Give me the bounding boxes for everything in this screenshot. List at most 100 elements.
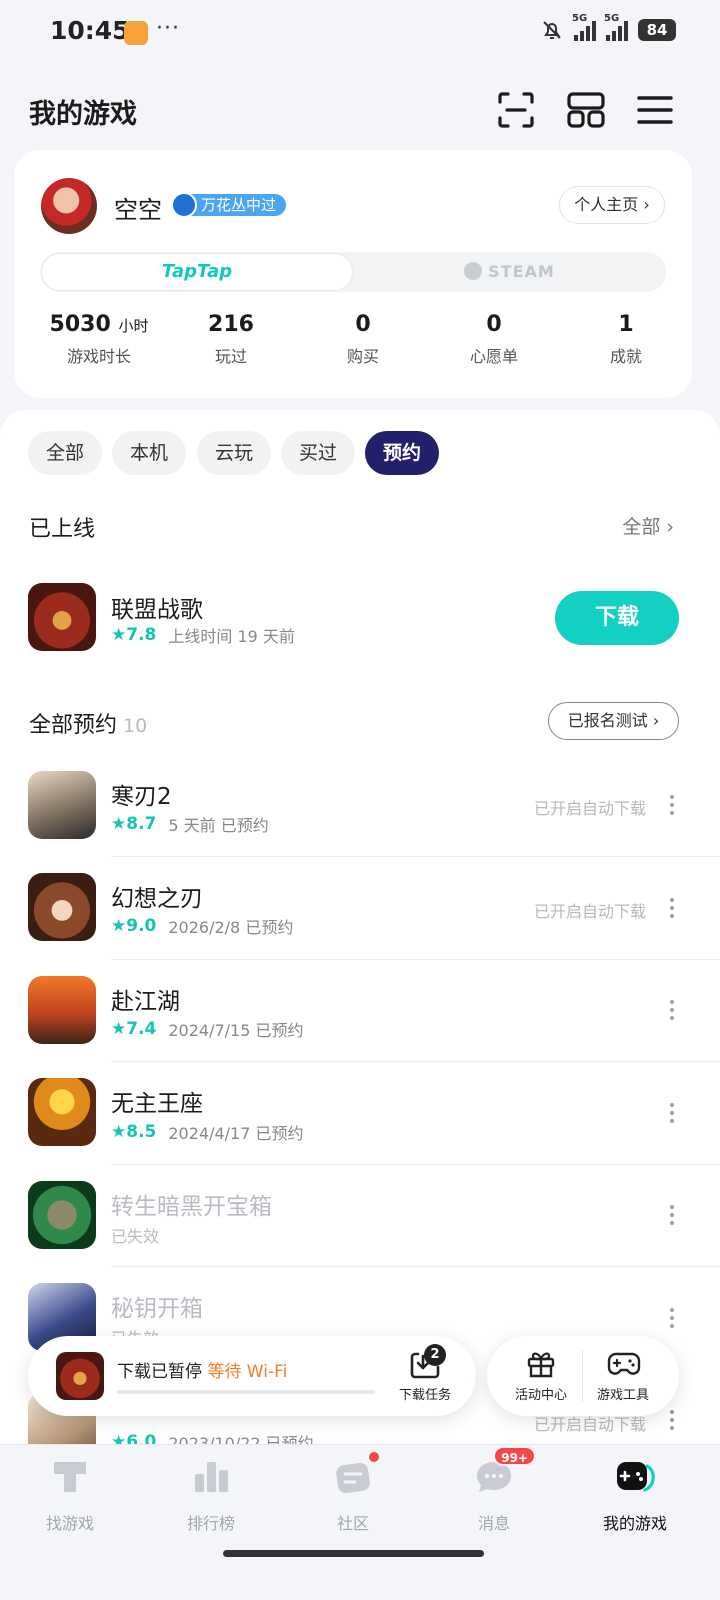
stat-achievements-label: 成就 bbox=[609, 347, 642, 366]
gift-icon[interactable] bbox=[525, 1349, 557, 1379]
battery-icon: 84 bbox=[638, 19, 676, 41]
grid-icon[interactable] bbox=[566, 90, 606, 130]
game-icon[interactable] bbox=[28, 1078, 96, 1146]
reservation-info: 2024/4/17 已预约 bbox=[168, 1124, 304, 1143]
rating-value: 7.4 bbox=[126, 1019, 157, 1039]
game-name[interactable]: 赴江湖 bbox=[111, 982, 180, 1016]
profile-home-label: 个人主页 bbox=[574, 195, 639, 214]
game-meta: ★7.4 2024/7/15 已预约 bbox=[111, 1017, 304, 1041]
nav-my-games[interactable]: 我的游戏 bbox=[575, 1456, 695, 1534]
game-name[interactable]: 秘钥开箱 bbox=[111, 1289, 203, 1323]
more-options-icon[interactable] bbox=[668, 1103, 676, 1127]
see-all-label: 全部 bbox=[622, 516, 661, 538]
signed-up-test-button[interactable]: 已报名测试 › bbox=[548, 702, 679, 740]
game-icon[interactable] bbox=[28, 976, 96, 1044]
nav-rankings[interactable]: 排行榜 bbox=[151, 1456, 271, 1534]
app-notification-icon bbox=[124, 21, 148, 45]
game-name[interactable]: 联盟战歌 bbox=[111, 590, 203, 624]
more-options-icon[interactable] bbox=[668, 1410, 676, 1434]
more-options-icon[interactable] bbox=[668, 1000, 676, 1024]
network-type-1: 5G bbox=[572, 13, 588, 24]
stat-play-time[interactable]: 5030 小时 游戏时长 bbox=[33, 312, 165, 367]
see-all-link[interactable]: 全部 › bbox=[622, 512, 674, 539]
ranking-icon bbox=[189, 1456, 233, 1496]
divider bbox=[111, 1061, 720, 1062]
activity-center-label[interactable]: 活动中心 bbox=[501, 1384, 581, 1403]
tab-steam-label: STEAM bbox=[488, 262, 555, 281]
profile-home-button[interactable]: 个人主页 › bbox=[559, 186, 665, 224]
filter-chip-reserved[interactable]: 预约 bbox=[365, 431, 439, 475]
nav-community-label: 社区 bbox=[336, 1514, 369, 1533]
stat-played[interactable]: 216 玩过 bbox=[165, 312, 297, 367]
stat-play-time-unit: 小时 bbox=[118, 317, 149, 335]
filter-chip-bought[interactable]: 买过 bbox=[281, 431, 355, 475]
filter-chip-all[interactable]: 全部 bbox=[28, 431, 102, 475]
download-status-text: 下载已暂停 等待 Wi-Fi bbox=[117, 1357, 287, 1382]
filter-chip-cloud[interactable]: 云玩 bbox=[197, 431, 271, 475]
stat-achievements[interactable]: 1 成就 bbox=[560, 312, 692, 367]
more-options-icon[interactable] bbox=[668, 898, 676, 922]
game-name[interactable]: 无主王座 bbox=[111, 1084, 203, 1118]
scan-icon[interactable] bbox=[496, 90, 536, 130]
game-name[interactable]: 转生暗黑开宝箱 bbox=[111, 1187, 272, 1221]
home-indicator[interactable] bbox=[223, 1550, 484, 1557]
nav-messages-label: 消息 bbox=[477, 1514, 510, 1533]
downloading-game-icon bbox=[56, 1352, 104, 1400]
signal-icon: 5G bbox=[572, 13, 596, 41]
nav-find-games-label: 找游戏 bbox=[45, 1514, 94, 1533]
waiting-wifi: 等待 Wi-Fi bbox=[207, 1362, 288, 1382]
stat-played-label: 玩过 bbox=[214, 347, 247, 366]
stat-bought-label: 购买 bbox=[346, 347, 379, 366]
rating-value: 7.8 bbox=[126, 625, 157, 645]
nav-messages[interactable]: 99+ 消息 bbox=[434, 1446, 554, 1534]
gamepad-badge-icon bbox=[171, 192, 197, 218]
stat-wishlist[interactable]: 0 心愿单 bbox=[428, 312, 560, 367]
rating-value: 8.7 bbox=[126, 814, 157, 834]
filter-chip-local[interactable]: 本机 bbox=[112, 431, 186, 475]
community-icon bbox=[331, 1450, 381, 1496]
taptap-icon bbox=[48, 1456, 92, 1496]
auto-download-status: 已开启自动下载 bbox=[533, 799, 646, 818]
divider bbox=[111, 1266, 720, 1267]
stat-played-value: 216 bbox=[208, 312, 254, 337]
more-options-icon[interactable] bbox=[668, 1308, 676, 1332]
more-options-icon[interactable] bbox=[668, 1205, 676, 1229]
game-icon[interactable] bbox=[28, 1181, 96, 1249]
download-task-label[interactable]: 下载任务 bbox=[393, 1384, 457, 1403]
game-name[interactable]: 寒刃2 bbox=[111, 777, 172, 811]
divider bbox=[111, 1164, 720, 1165]
download-paused: 下载已暂停 bbox=[117, 1362, 202, 1382]
game-tools-label[interactable]: 游戏工具 bbox=[583, 1384, 663, 1403]
reservation-info: 2024/7/15 已预约 bbox=[168, 1021, 304, 1040]
tab-taptap[interactable]: TapTap bbox=[41, 253, 353, 291]
game-icon[interactable] bbox=[28, 771, 96, 839]
message-icon: 99+ bbox=[472, 1446, 536, 1496]
release-info: 上线时间 19 天前 bbox=[168, 627, 295, 646]
nav-community[interactable]: 社区 bbox=[293, 1450, 413, 1534]
avatar[interactable] bbox=[41, 178, 97, 234]
signal-icon: 5G bbox=[604, 13, 628, 41]
more-options-icon[interactable] bbox=[668, 795, 676, 819]
reservation-info: 2026/2/8 已预约 bbox=[168, 918, 294, 937]
network-type-2: 5G bbox=[604, 13, 620, 24]
nav-find-games[interactable]: 找游戏 bbox=[10, 1456, 130, 1534]
stat-play-time-label: 游戏时长 bbox=[66, 347, 131, 366]
rating: ★7.8 bbox=[111, 625, 157, 645]
download-button[interactable]: 下载 bbox=[555, 591, 679, 645]
gamepad-icon[interactable] bbox=[607, 1350, 641, 1378]
game-name[interactable]: 幻想之刃 bbox=[111, 879, 203, 913]
status-time: 10:45 bbox=[50, 16, 130, 45]
reservation-info: 5 天前 已预约 bbox=[168, 816, 269, 835]
menu-icon[interactable] bbox=[635, 90, 675, 130]
game-icon[interactable] bbox=[28, 583, 96, 651]
reservations-count: 10 bbox=[123, 715, 148, 737]
divider bbox=[111, 959, 720, 960]
nav-my-games-label: 我的游戏 bbox=[602, 1514, 667, 1533]
stat-bought[interactable]: 0 购买 bbox=[297, 312, 429, 367]
expired-label: 已失效 bbox=[111, 1227, 160, 1246]
game-icon[interactable] bbox=[28, 873, 96, 941]
tab-steam[interactable]: STEAM bbox=[353, 253, 666, 291]
rating: ★8.7 bbox=[111, 814, 157, 834]
rating: ★7.4 bbox=[111, 1019, 157, 1039]
my-games-icon bbox=[613, 1456, 657, 1496]
